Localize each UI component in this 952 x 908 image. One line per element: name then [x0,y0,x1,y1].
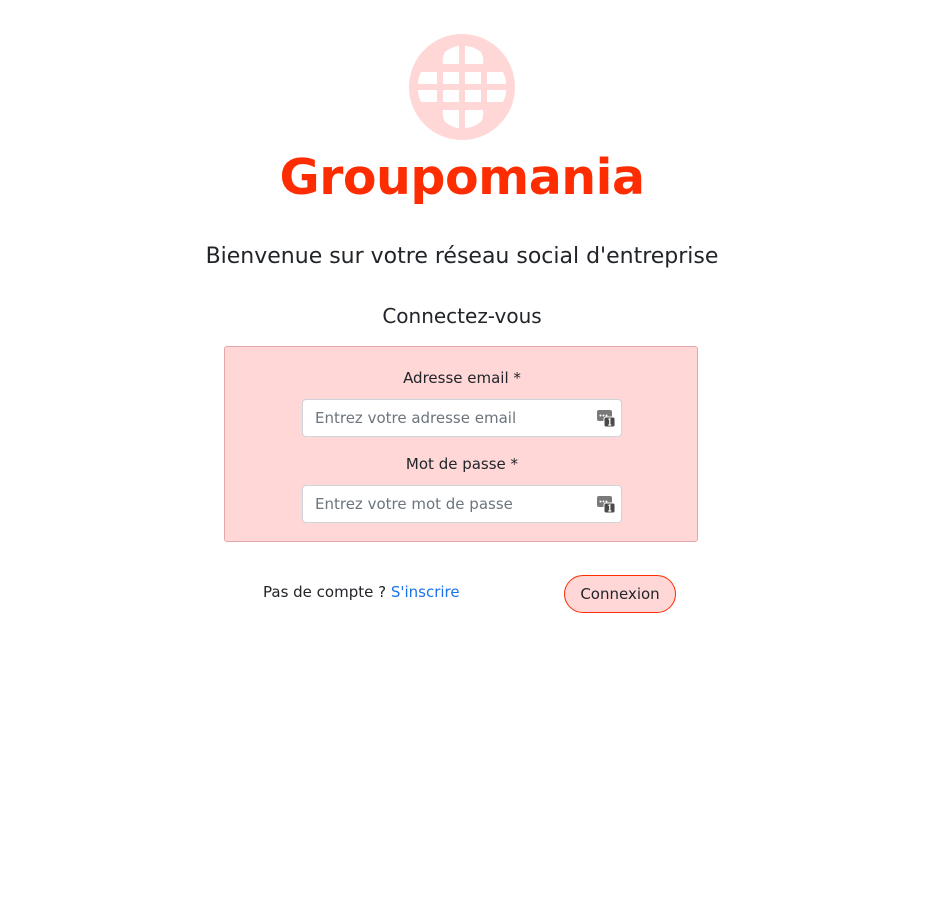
password-field[interactable] [303,486,593,522]
password-label: Mot de passe * [405,455,519,473]
password-field-wrapper [302,485,622,523]
signup-link[interactable]: S'inscrire [391,583,460,601]
password-manager-key-icon[interactable] [597,409,615,427]
email-label: Adresse email * [403,369,521,387]
login-button[interactable]: Connexion [564,575,676,613]
signup-prompt: Pas de compte ? S'inscrire [263,581,460,603]
login-form: Adresse email * Mot de passe * [224,346,698,542]
globe-icon [409,34,515,140]
brand-name: Groupomania [279,149,645,206]
password-manager-key-icon[interactable] [597,495,615,513]
no-account-text: Pas de compte ? [263,583,391,601]
email-field-wrapper [302,399,622,437]
email-field[interactable] [303,400,593,436]
welcome-heading: Bienvenue sur votre réseau social d'entr… [205,244,719,269]
login-title: Connectez-vous [382,304,542,328]
login-page: Groupomania Bienvenue sur votre réseau s… [0,0,952,908]
